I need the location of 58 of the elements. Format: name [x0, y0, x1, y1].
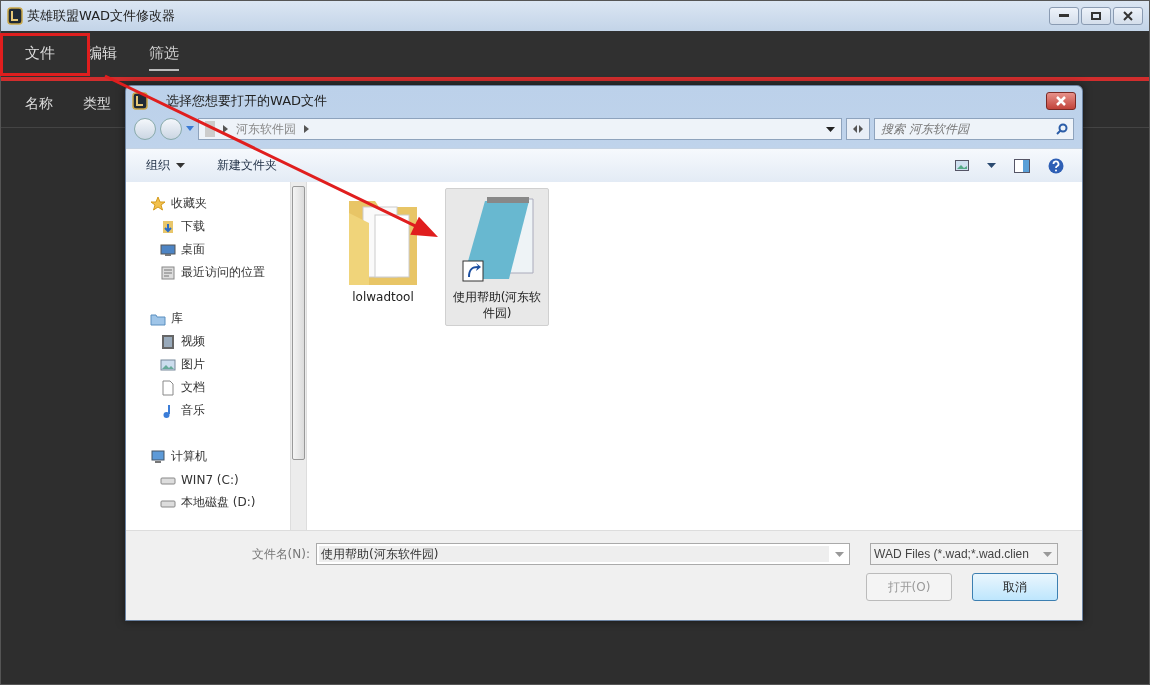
close-button[interactable] — [1113, 7, 1143, 25]
scrollbar[interactable] — [290, 182, 307, 530]
maximize-icon — [1091, 12, 1101, 20]
column-header[interactable]: 名称 — [25, 95, 53, 113]
dialog-title: 选择您想要打开的WAD文件 — [165, 92, 328, 110]
computer-icon — [150, 448, 166, 465]
nav-item[interactable]: 桌面 — [150, 238, 290, 261]
search-icon — [1056, 123, 1068, 135]
filename-label: 文件名(N): — [251, 545, 310, 563]
download-folder-icon — [160, 218, 176, 235]
file-item[interactable]: 使用帮助(河东软件园) — [445, 188, 549, 326]
recent-places-icon — [160, 264, 176, 281]
nav-item[interactable]: 库 — [150, 307, 290, 330]
minimize-button[interactable] — [1049, 7, 1079, 25]
help-icon[interactable] — [1048, 157, 1064, 174]
dropdown-icon — [1043, 551, 1052, 557]
menu-tab[interactable]: 筛选 — [149, 37, 179, 71]
refresh-icon — [851, 123, 865, 135]
column-header[interactable]: 类型 — [83, 95, 111, 113]
file-item[interactable]: lolwadtool — [331, 188, 435, 310]
nav-item[interactable]: 图片 — [150, 353, 290, 376]
view-icon[interactable] — [955, 160, 969, 171]
chevron-icon[interactable] — [304, 125, 309, 133]
toolbar-button[interactable]: 新建文件夹 — [215, 155, 279, 176]
nav-item[interactable]: 视频 — [150, 330, 290, 353]
close-button[interactable] — [1046, 92, 1076, 110]
chevron-icon[interactable] — [223, 125, 228, 133]
nav-item[interactable]: 本地磁盘 (D:) — [150, 491, 290, 514]
app-logo-icon — [7, 7, 23, 25]
dialog-button[interactable]: 取消 — [972, 573, 1058, 601]
toolbar-button[interactable]: 组织 — [144, 155, 187, 176]
filename-field[interactable]: 使用帮助(河东软件园) — [316, 543, 850, 565]
star-icon — [150, 195, 166, 212]
nav-item[interactable]: WIN7 (C:) — [150, 468, 290, 491]
nav-item[interactable]: 最近访问的位置 — [150, 261, 290, 284]
caret-icon — [176, 163, 185, 168]
nav-item[interactable]: 下载 — [150, 215, 290, 238]
minimize-icon — [1059, 14, 1069, 18]
document-icon — [160, 379, 176, 396]
caret-icon[interactable] — [987, 163, 996, 168]
close-icon — [1123, 11, 1133, 21]
nav-item[interactable]: 音乐 — [150, 399, 290, 422]
app-logo-icon — [132, 92, 148, 110]
menu-tab[interactable]: 文件 — [25, 37, 55, 71]
desktop-icon — [160, 241, 176, 258]
window-title: 英雄联盟WAD文件修改器 — [27, 7, 176, 25]
search-field[interactable]: 搜索 河东软件园 — [874, 118, 1074, 140]
filetype-dropdown[interactable]: WAD Files (*.wad;*.wad.clien — [870, 543, 1058, 565]
video-icon — [160, 333, 176, 350]
maximize-button[interactable] — [1081, 7, 1111, 25]
nav-item[interactable]: 文档 — [150, 376, 290, 399]
image-icon — [160, 356, 176, 373]
preview-pane-icon[interactable] — [1014, 158, 1030, 173]
nav-item[interactable]: 收藏夹 — [150, 192, 290, 215]
nav-item[interactable]: 计算机 — [150, 445, 290, 468]
close-icon — [1055, 96, 1067, 106]
refresh-button[interactable] — [846, 118, 870, 140]
dropdown-icon[interactable] — [826, 126, 835, 132]
